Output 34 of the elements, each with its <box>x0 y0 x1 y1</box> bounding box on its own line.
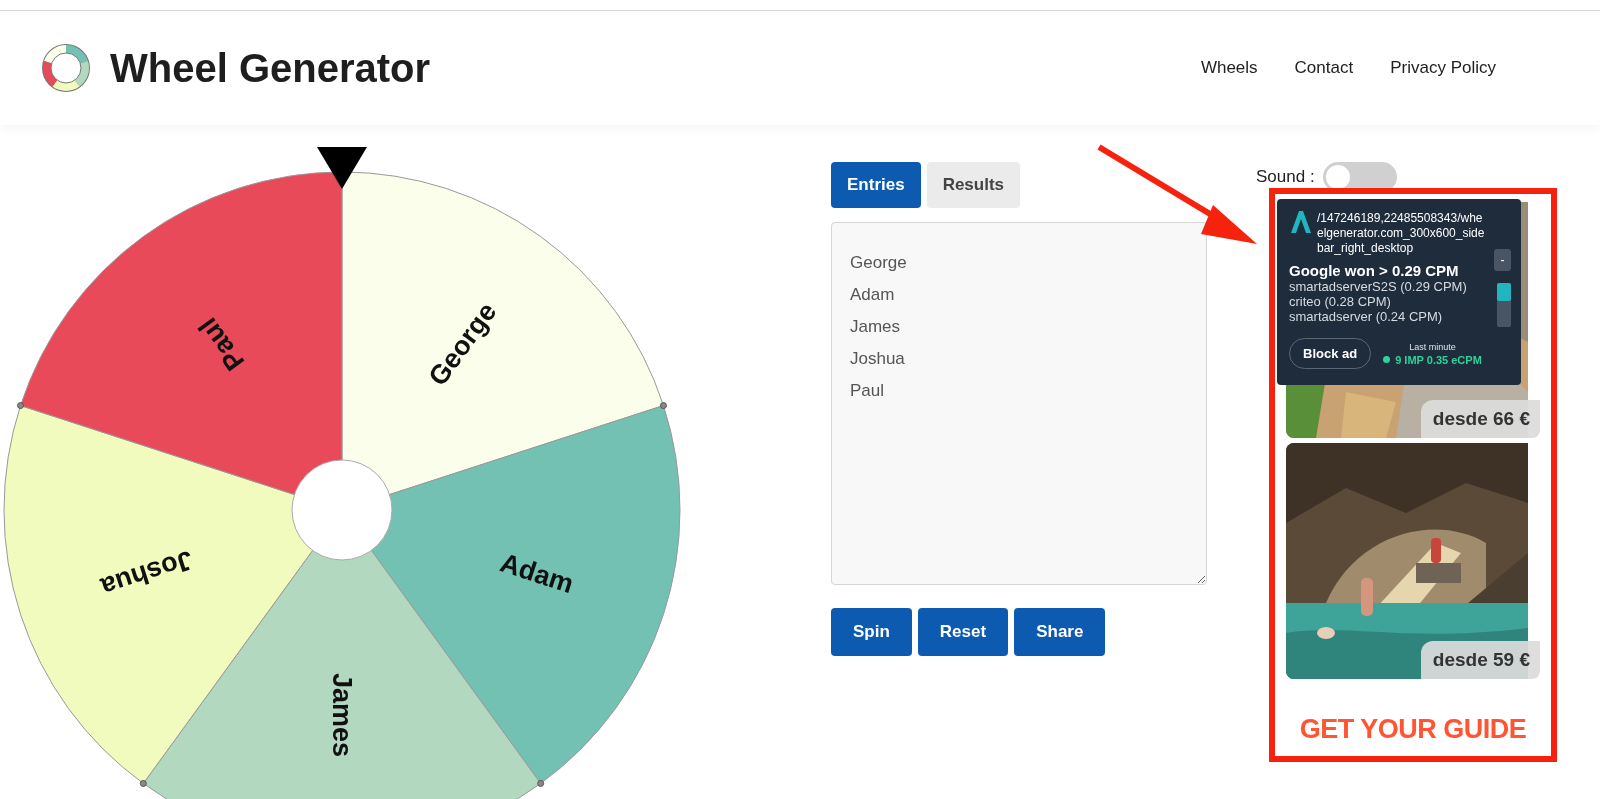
entries-field[interactable]: George Adam James Joshua Paul <box>831 222 1207 585</box>
stats-text: 9 IMP 0.35 eCPM <box>1395 353 1482 366</box>
logo-icon <box>1289 211 1311 233</box>
status-dot <box>1383 356 1391 363</box>
action-button[interactable]: Reset <box>917 608 1009 656</box>
price-tag: desde 59 € <box>1420 641 1540 679</box>
stats-label: Last minute <box>1409 341 1456 352</box>
nav-link[interactable]: Privacy Policy <box>1390 58 1496 78</box>
nav-link[interactable]: Contact <box>1294 58 1354 78</box>
action-button[interactable]: Share <box>1014 608 1106 656</box>
action-button[interactable]: Spin <box>831 608 912 656</box>
winner-text: Google won > 0.29 CPM <box>1289 262 1460 279</box>
price-tag: desde 66 € <box>1420 400 1540 438</box>
segment-label: Joshua <box>97 544 197 603</box>
pointer-icon <box>317 147 367 189</box>
rim-dot <box>17 402 25 410</box>
brand-logo: GET YOUR GUIDE <box>1298 714 1528 745</box>
bid-text: criteo (0.28 CPM) <box>1289 294 1392 309</box>
tab[interactable]: Entries <box>831 162 921 208</box>
bid-text: smartadserverS2S (0.29 CPM) <box>1289 279 1468 294</box>
collapse-button[interactable]: - <box>1494 249 1511 271</box>
sound-label: Sound : <box>1256 167 1315 187</box>
site-title: Wheel Generator <box>110 45 431 91</box>
segment-label: James <box>327 672 357 758</box>
rim-dot <box>139 779 147 787</box>
rim-dot <box>659 402 667 410</box>
segment-label: Adam <box>496 547 578 600</box>
rim-dot <box>537 779 545 787</box>
bid-text: smartadserver (0.24 CPM) <box>1289 309 1444 324</box>
wheel-logo-icon <box>42 44 90 92</box>
scrollbar[interactable] <box>1497 283 1511 327</box>
tab[interactable]: Results <box>926 162 1021 208</box>
nav-link[interactable]: Wheels <box>1200 58 1258 78</box>
ad-slot-path: /147246189,22485508343/wheelgenerator.com_300x600_sidebar_right_desktop <box>1317 211 1485 256</box>
